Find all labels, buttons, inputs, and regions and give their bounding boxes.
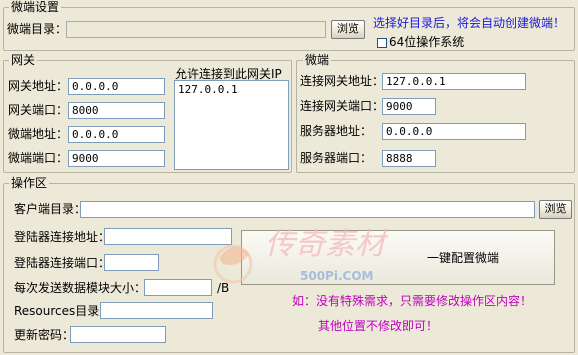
ops-title: 操作区	[9, 176, 50, 190]
gateway-title: 网关	[9, 53, 38, 67]
client-dir-browse-button[interactable]: 浏览	[539, 200, 572, 219]
server-addr-field[interactable]: 0.0.0.0	[382, 123, 526, 140]
send-size-unit: /B	[217, 281, 230, 295]
one-click-config-button[interactable]: 一键配置微端	[241, 230, 555, 285]
weiduan-dir-browse-button[interactable]: 浏览	[331, 20, 365, 39]
x64-checkbox[interactable]	[377, 38, 387, 48]
gateway-port-label: 网关端口：	[8, 103, 69, 117]
update-password-label: 更新密码：	[14, 328, 75, 342]
login-port-field[interactable]	[104, 254, 159, 271]
x64-checkbox-label: 64位操作系统	[389, 35, 465, 49]
server-port-field[interactable]: 8888	[382, 150, 436, 167]
gateway-addr-field[interactable]: 0.0.0.0	[68, 78, 165, 95]
conn-gateway-port-field[interactable]: 9000	[382, 98, 436, 115]
gateway-addr-label: 网关地址：	[8, 79, 69, 93]
resources-dir-field[interactable]	[100, 302, 213, 319]
server-port-label: 服务器端口：	[300, 151, 373, 165]
conn-gateway-addr-label: 连接网关地址：	[300, 74, 385, 88]
ops-note-1: 如：没有特殊需求，只需要修改操作区内容！	[292, 294, 533, 308]
gateway-port-field[interactable]: 8000	[68, 102, 165, 119]
login-port-label: 登陆器连接端口：	[14, 256, 111, 270]
update-password-field[interactable]	[70, 326, 166, 343]
server-addr-label: 服务器地址：	[300, 124, 373, 138]
gateway-weiduan-port-field[interactable]: 9000	[68, 150, 165, 167]
gateway-weiduan-addr-field[interactable]: 0.0.0.0	[68, 126, 165, 143]
weiduan-dir-field[interactable]	[66, 21, 326, 38]
gateway-weiduan-addr-label: 微端地址：	[8, 127, 69, 141]
one-click-config-label: 一键配置微端	[426, 251, 499, 265]
login-addr-field[interactable]	[104, 228, 232, 245]
allow-ip-textarea[interactable]: 127.0.0.1	[174, 80, 289, 170]
weiduan-dir-label: 微端目录：	[7, 22, 68, 36]
send-size-label: 每次发送数据模块大小：	[14, 281, 147, 295]
weiduan-settings-title: 微端设置	[9, 0, 62, 14]
send-size-field[interactable]	[144, 279, 212, 296]
conn-gateway-port-label: 连接网关端口：	[300, 99, 385, 113]
conn-gateway-addr-field[interactable]: 127.0.0.1	[382, 73, 526, 90]
login-addr-label: 登陆器连接地址：	[14, 230, 111, 244]
resources-dir-label: Resources目录：	[14, 304, 112, 318]
client-dir-label: 客户端目录：	[14, 202, 87, 216]
ops-note-2: 其他位置不修改即可！	[318, 319, 439, 333]
gateway-weiduan-port-label: 微端端口：	[8, 151, 69, 165]
client-dir-field[interactable]	[80, 201, 535, 218]
weiduan-title: 微端	[303, 53, 332, 67]
weiduan-hint-text: 选择好目录后，将会自动创建微端！	[373, 16, 566, 30]
